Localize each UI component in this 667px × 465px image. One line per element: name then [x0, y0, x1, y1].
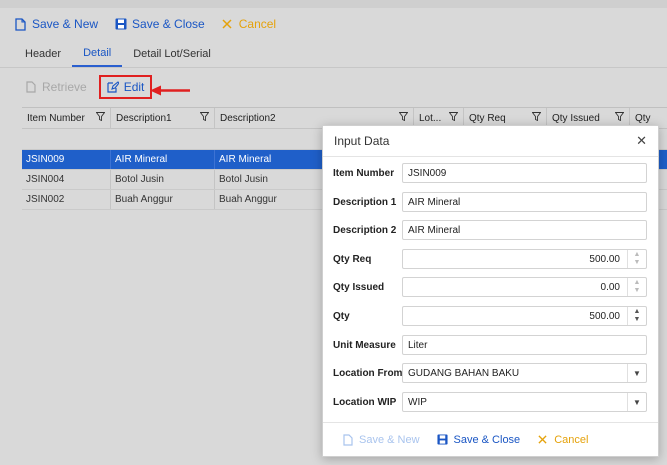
location-from-value: GUDANG BAHAN BAKU: [408, 367, 520, 379]
new-document-icon: [341, 433, 354, 446]
location-wip-value: WIP: [408, 396, 427, 408]
dialog-save-close-label: Save & Close: [453, 433, 521, 446]
save-new-label: Save & New: [32, 17, 99, 31]
location-wip-select[interactable]: WIP ▼: [402, 392, 647, 412]
column-header-description1[interactable]: Description1: [111, 108, 215, 128]
cell-item-number: JSIN002: [22, 190, 111, 209]
description2-field[interactable]: AIR Mineral: [402, 220, 647, 240]
cancel-button[interactable]: Cancel: [215, 12, 282, 36]
row-location-from: Location From GUDANG BAHAN BAKU ▼: [323, 362, 658, 384]
row-location-wip: Location WIP WIP ▼: [323, 391, 658, 413]
chevron-down-icon[interactable]: ▼: [627, 364, 646, 382]
save-icon: [436, 433, 449, 446]
tab-bar: Header Detail Detail Lot/Serial: [0, 40, 667, 68]
qty-value: 500.00: [589, 310, 620, 322]
spinner-arrows-icon[interactable]: ▲ ▼: [627, 307, 646, 325]
row-qty-req: Qty Req 500.00 ▲ ▼: [323, 248, 658, 270]
cell-description1: Botol Jusin: [111, 170, 215, 189]
tab-detail-lot-serial[interactable]: Detail Lot/Serial: [122, 40, 222, 67]
input-data-dialog: Input Data ✕ Item Number JSIN009 Descrip…: [322, 125, 659, 457]
document-icon: [24, 81, 37, 94]
filter-icon[interactable]: [95, 112, 106, 124]
tab-header[interactable]: Header: [14, 40, 72, 67]
row-description2: Description 2 AIR Mineral: [323, 219, 658, 241]
description2-label: Description 2: [333, 224, 397, 236]
dialog-footer: Save & New Save & Close Cancel: [323, 422, 658, 456]
retrieve-label: Retrieve: [42, 80, 87, 94]
qty-issued-value: 0.00: [600, 281, 620, 293]
filter-icon[interactable]: [531, 112, 542, 124]
row-item-number: Item Number JSIN009: [323, 162, 658, 184]
item-number-field[interactable]: JSIN009: [402, 163, 647, 183]
row-description1: Description 1 AIR Mineral: [323, 191, 658, 213]
main-toolbar: Save & New Save & Close Cancel: [0, 8, 667, 40]
tab-detail[interactable]: Detail: [72, 40, 123, 67]
qty-issued-label: Qty Issued: [333, 281, 385, 293]
edit-icon: [107, 81, 120, 94]
dialog-save-new-label: Save & New: [359, 433, 420, 446]
dialog-title: Input Data: [334, 134, 390, 148]
row-unit-measure: Unit Measure Liter: [323, 334, 658, 356]
location-from-select[interactable]: GUDANG BAHAN BAKU ▼: [402, 363, 647, 383]
filter-icon[interactable]: [614, 112, 625, 124]
qty-issued-field[interactable]: 0.00 ▲ ▼: [402, 277, 647, 297]
item-number-label: Item Number: [333, 167, 395, 179]
dialog-cancel-button[interactable]: Cancel: [530, 433, 594, 446]
qty-req-value: 500.00: [589, 253, 620, 265]
chevron-down-icon[interactable]: ▼: [627, 393, 646, 411]
cancel-label: Cancel: [238, 17, 277, 31]
dialog-save-close-button[interactable]: Save & Close: [430, 433, 527, 446]
description1-label: Description 1: [333, 196, 397, 208]
save-icon: [114, 18, 127, 31]
qty-req-label: Qty Req: [333, 253, 372, 265]
row-qty: Qty 500.00 ▲ ▼: [323, 305, 658, 327]
description1-field[interactable]: AIR Mineral: [402, 192, 647, 212]
detail-toolbar: Retrieve Edit: [20, 74, 153, 100]
dialog-cancel-label: Cancel: [554, 433, 589, 446]
save-new-button[interactable]: Save & New: [8, 12, 104, 36]
row-qty-issued: Qty Issued 0.00 ▲ ▼: [323, 276, 658, 298]
close-icon[interactable]: ✕: [636, 133, 647, 149]
save-close-label: Save & Close: [132, 17, 205, 31]
column-header-item-number[interactable]: Item Number: [22, 108, 111, 128]
cell-item-number: JSIN004: [22, 170, 111, 189]
filter-icon[interactable]: [448, 112, 459, 124]
filter-icon[interactable]: [199, 112, 210, 124]
unit-measure-label: Unit Measure: [333, 339, 396, 351]
qty-label: Qty: [333, 310, 350, 322]
cell-description1: Buah Anggur: [111, 190, 215, 209]
top-strip: [0, 0, 667, 8]
edit-label: Edit: [123, 80, 145, 94]
close-x-icon: [221, 18, 234, 31]
unit-measure-field[interactable]: Liter: [402, 335, 647, 355]
cell-item-number: JSIN009: [22, 150, 111, 169]
location-wip-label: Location WIP: [333, 396, 397, 408]
dialog-save-new-button[interactable]: Save & New: [335, 433, 426, 446]
save-close-button[interactable]: Save & Close: [108, 12, 211, 36]
close-x-icon: [536, 433, 549, 446]
edit-button[interactable]: Edit: [98, 75, 153, 99]
spinner-arrows-icon[interactable]: ▲ ▼: [627, 250, 646, 268]
location-from-label: Location From: [333, 367, 403, 379]
retrieve-button[interactable]: Retrieve: [20, 75, 91, 99]
qty-req-field[interactable]: 500.00 ▲ ▼: [402, 249, 647, 269]
filter-icon[interactable]: [398, 112, 409, 124]
dialog-header: Input Data ✕: [323, 126, 658, 157]
new-document-icon: [14, 17, 27, 31]
red-arrow: [150, 85, 190, 96]
qty-field[interactable]: 500.00 ▲ ▼: [402, 306, 647, 326]
cell-description1: AIR Mineral: [111, 150, 215, 169]
spinner-arrows-icon[interactable]: ▲ ▼: [627, 278, 646, 296]
